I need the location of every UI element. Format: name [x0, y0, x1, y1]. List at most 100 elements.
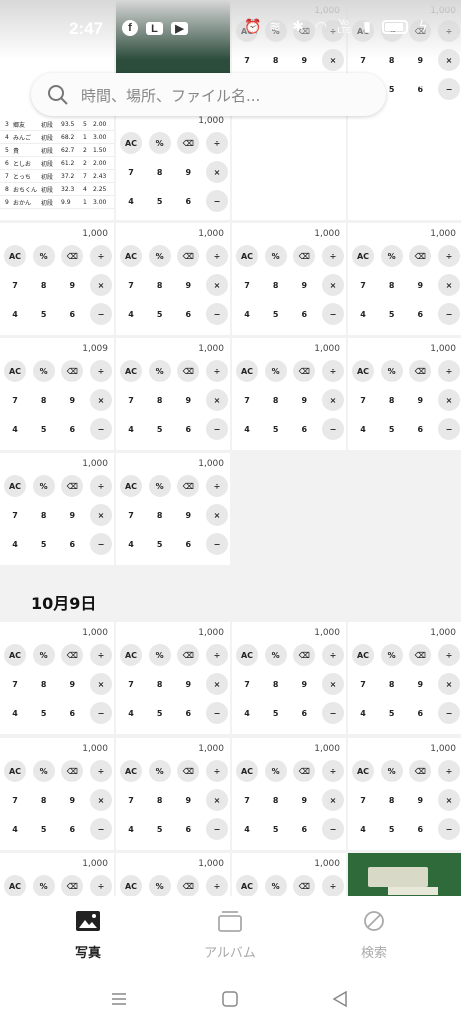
calc-key: 5: [148, 702, 171, 724]
calc-screenshot[interactable]: 1,000AC%⌫÷789×456−: [0, 223, 114, 335]
calc-keys: AC%⌫÷789×456−: [236, 360, 344, 447]
calc-key: %: [380, 245, 403, 267]
calc-key: AC: [120, 644, 142, 666]
calc-keys: AC%⌫÷789×456−: [120, 875, 228, 896]
calc-key: 8: [148, 673, 171, 695]
calc-key: 7: [352, 789, 374, 811]
calc-screenshot[interactable]: 1,000AC%⌫÷789×456−: [232, 622, 346, 734]
calc-display-value: 1,000: [198, 116, 224, 126]
search-icon: [48, 85, 68, 105]
calc-screenshot[interactable]: 1,000AC%⌫÷789×456−: [0, 453, 114, 565]
calc-key: %: [148, 644, 171, 666]
calc-key: −: [205, 303, 228, 325]
calc-screenshot[interactable]: 1,009 AC% ⌫ ÷ 7 8 9 × 4 5 6−: [0, 338, 114, 450]
calc-screenshot[interactable]: 1,000AC%⌫÷789×456−: [0, 738, 114, 850]
calc-key: 8: [264, 789, 287, 811]
calc-key: %: [32, 875, 55, 896]
nav-search-label: 検索: [360, 946, 387, 961]
calc-keys: AC%⌫÷789×456−: [120, 132, 228, 219]
calc-keys: AC%⌫÷789×456−: [4, 760, 112, 847]
calc-key: 6: [409, 702, 432, 724]
calc-key: 7: [4, 274, 26, 296]
back-icon[interactable]: [331, 990, 349, 1008]
table-row: 6 としお 初段 61.2 2 2.00: [0, 157, 114, 170]
calc-key: 7: [120, 789, 142, 811]
calc-screenshot[interactable]: 1,000AC%⌫÷789×456−: [116, 223, 230, 335]
calc-screenshot[interactable]: 1,000AC%⌫÷789×456−: [348, 223, 461, 335]
calc-screenshot[interactable]: 1,000AC%⌫÷789×456−: [116, 453, 230, 565]
calc-key: 4: [236, 818, 258, 840]
calc-key: AC: [120, 760, 142, 782]
calc-screenshot[interactable]: 1,000AC%⌫÷789×456−: [116, 622, 230, 734]
calc-key: −: [89, 303, 112, 325]
calc-key: 9: [61, 389, 84, 411]
photo-thumbnail[interactable]: [348, 853, 461, 896]
calc-key: ⌫: [177, 245, 200, 267]
calc-keys: AC%⌫÷789×456−: [120, 245, 228, 332]
calc-key: −: [321, 702, 344, 724]
calc-key: 7: [236, 274, 258, 296]
calc-screenshot[interactable]: 1,000AC%⌫÷789×456−: [232, 738, 346, 850]
calc-keys: AC%⌫÷789×456−: [120, 760, 228, 847]
calc-display-value: 1,000: [198, 859, 224, 869]
calc-key: 8: [380, 389, 403, 411]
calc-key: 7: [236, 789, 258, 811]
calc-screenshot[interactable]: 1,000AC%⌫÷789×456−: [0, 853, 114, 896]
more-options-icon[interactable]: [415, 82, 425, 108]
calc-screenshot[interactable]: 1,000AC%⌫÷789×456−: [232, 338, 346, 450]
calc-key: 9: [177, 673, 200, 695]
calc-key: 4: [236, 418, 258, 440]
calc-screenshot[interactable]: 1,000 AC%⌫÷789×456−: [116, 110, 230, 220]
signal-icon: ▮: [363, 19, 371, 35]
calc-keys: AC%⌫÷789×456−: [4, 360, 112, 447]
calc-screenshot[interactable]: 1,000AC%⌫÷789×456−: [116, 338, 230, 450]
calc-key: 6: [177, 818, 200, 840]
calc-key: 6: [61, 818, 84, 840]
calc-key: 5: [264, 818, 287, 840]
calc-key: ×: [89, 673, 112, 695]
vibrate-icon: ≋: [269, 19, 281, 35]
menu-icon[interactable]: [110, 990, 128, 1008]
calc-key: 9: [177, 504, 200, 526]
calc-key: ×: [437, 673, 460, 695]
calc-key: 6: [293, 702, 316, 724]
nav-photos[interactable]: 写真: [43, 910, 133, 961]
calc-key: AC: [236, 245, 258, 267]
calc-screenshot[interactable]: 1,000AC%⌫÷789×456−: [348, 738, 461, 850]
calc-key: 5: [32, 818, 55, 840]
calc-key: 4: [352, 702, 374, 724]
calc-screenshot[interactable]: 1,000AC%⌫÷789×456−: [0, 622, 114, 734]
nav-albums[interactable]: アルバム: [185, 910, 275, 961]
calc-key: %: [32, 760, 55, 782]
calc-key: 4: [120, 418, 142, 440]
calc-key: ⌫: [61, 360, 84, 382]
calc-key: 8: [264, 274, 287, 296]
calc-key: −: [89, 818, 112, 840]
calc-key: 6: [177, 702, 200, 724]
search-input[interactable]: 時間、場所、ファイル名...: [81, 85, 260, 106]
home-icon[interactable]: [221, 990, 239, 1008]
calc-key: ⌫: [177, 875, 200, 896]
calc-display-value: 1,000: [430, 744, 456, 754]
calc-key: −: [89, 533, 112, 555]
calc-key: 4: [120, 190, 142, 212]
calc-key: 7: [4, 504, 26, 526]
calc-screenshot[interactable]: 1,000AC%⌫÷789×456−: [232, 853, 346, 896]
calc-screenshot[interactable]: 1,000AC%⌫÷789×456−: [232, 223, 346, 335]
search-bar[interactable]: 時間、場所、ファイル名...: [31, 73, 386, 116]
calc-key: %: [380, 644, 403, 666]
calc-screenshot[interactable]: 1,000AC%⌫÷789×456−: [116, 738, 230, 850]
calc-key: 6: [293, 418, 316, 440]
calc-key: 4: [4, 303, 26, 325]
calc-screenshot[interactable]: 1,000AC%⌫÷789×456−: [348, 622, 461, 734]
calc-key: %: [32, 360, 55, 382]
calc-screenshot[interactable]: 1,000 AC%⌫÷789×456−: [116, 853, 230, 896]
calc-key: %: [380, 760, 403, 782]
calc-key: ×: [205, 504, 228, 526]
table-row: 8 おちくん 初段 32.3 4 2.25: [0, 183, 114, 196]
calc-key: 4: [120, 303, 142, 325]
calc-key: 6: [177, 533, 200, 555]
calc-key: ×: [437, 274, 460, 296]
calc-screenshot[interactable]: 1,000AC%⌫÷789×456−: [348, 338, 461, 450]
nav-search[interactable]: 検索: [329, 910, 419, 961]
